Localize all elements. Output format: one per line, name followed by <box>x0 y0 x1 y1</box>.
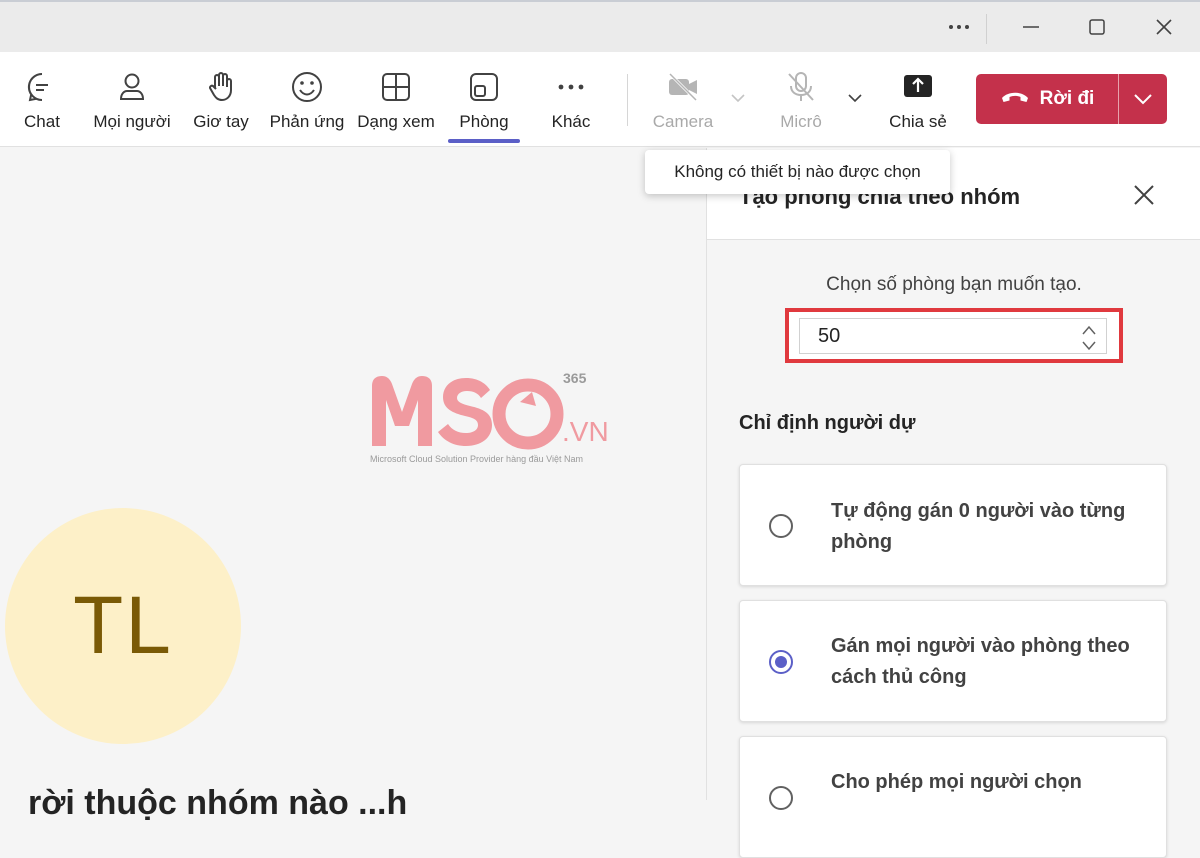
toolbar-react-button[interactable]: Phản ứng <box>268 52 346 147</box>
toolbar-view-label: Dạng xem <box>357 112 435 131</box>
increment-chevron-icon[interactable] <box>1082 323 1096 335</box>
title-bar-divider <box>986 14 987 44</box>
toolbar-people-label: Mọi người <box>93 112 171 131</box>
toolbar-camera-button[interactable]: Camera <box>650 52 716 147</box>
toolbar-view-button[interactable]: Dạng xem <box>354 52 438 147</box>
radio-manual-assign[interactable] <box>769 650 793 674</box>
participant-avatar[interactable]: TL <box>5 508 241 744</box>
people-icon <box>115 70 149 104</box>
smiley-icon <box>290 70 324 104</box>
leave-options-chevron-icon[interactable] <box>1119 74 1167 124</box>
breakout-rooms-panel: Tạo phòng chia theo nhóm Chọn số phòng b… <box>706 148 1200 858</box>
hang-up-icon <box>1000 88 1030 110</box>
toolbar-mic-button[interactable]: Micrô <box>770 52 832 147</box>
toolbar-more-label: Khác <box>551 112 591 131</box>
maximize-icon[interactable] <box>1084 14 1110 40</box>
toolbar-share-label: Chia sẻ <box>889 112 947 131</box>
toolbar-divider <box>627 74 628 126</box>
room-count-value: 50 <box>818 325 841 347</box>
active-tab-indicator <box>448 139 520 143</box>
toolbar-raise-hand-button[interactable]: Giơ tay <box>190 52 252 147</box>
leave-meeting-button[interactable]: Rời đi <box>976 74 1167 124</box>
more-options-icon[interactable] <box>946 14 972 40</box>
minimize-icon[interactable] <box>1018 14 1044 40</box>
avatar-initials: TL <box>73 580 173 671</box>
toolbar-react-label: Phản ứng <box>269 112 345 131</box>
camera-options-chevron-icon[interactable] <box>730 90 746 106</box>
mic-off-icon <box>784 70 818 104</box>
watermark-365: 365 <box>563 370 587 386</box>
toolbar-rooms-button[interactable]: Phòng <box>448 52 520 147</box>
toolbar-people-button[interactable]: Mọi người <box>90 52 174 147</box>
room-count-input[interactable]: 50 <box>799 318 1107 354</box>
more-icon <box>554 70 588 104</box>
decrement-chevron-icon[interactable] <box>1082 339 1096 351</box>
radio-let-choose[interactable] <box>769 786 793 810</box>
toolbar-share-button[interactable]: Chia sẻ <box>886 52 950 147</box>
share-icon <box>901 70 935 104</box>
option-let-choose[interactable]: Cho phép mọi người chọn <box>739 736 1167 858</box>
room-count-label: Chọn số phòng bạn muốn tạo. <box>826 274 1082 295</box>
rooms-icon <box>467 70 501 104</box>
option-manual-assign-label: Gán mọi người vào phòng theo cách thủ cô… <box>831 635 1130 688</box>
option-manual-assign[interactable]: Gán mọi người vào phòng theo cách thủ cô… <box>739 600 1167 722</box>
toolbar-chat-label: Chat <box>24 112 60 131</box>
toolbar-camera-label: Camera <box>652 112 714 131</box>
leave-main-area[interactable]: Rời đi <box>976 74 1118 124</box>
watermark-logo: 365 .VN Microsoft Cloud Solution Provide… <box>370 368 620 473</box>
toolbar-rooms-label: Phòng <box>459 112 509 131</box>
participant-caption: rời thuộc nhóm nào ...h <box>28 784 408 822</box>
window-title-bar <box>0 0 1200 52</box>
option-let-choose-label: Cho phép mọi người chọn <box>831 771 1082 793</box>
option-auto-assign-label: Tự động gán 0 người vào từng phòng <box>831 500 1126 553</box>
watermark-domain: .VN <box>562 416 609 447</box>
toolbar-mic-label: Micrô <box>780 112 822 131</box>
toolbar-chat-button[interactable]: Chat <box>14 52 70 147</box>
option-auto-assign[interactable]: Tự động gán 0 người vào từng phòng <box>739 464 1167 586</box>
raise-hand-icon <box>204 70 238 104</box>
watermark-tagline: Microsoft Cloud Solution Provider hàng đ… <box>370 454 583 464</box>
close-icon[interactable] <box>1132 183 1156 207</box>
radio-auto-assign[interactable] <box>769 514 793 538</box>
chat-icon <box>25 70 59 104</box>
grid-view-icon <box>379 70 413 104</box>
camera-off-icon <box>666 70 700 104</box>
mic-options-chevron-icon[interactable] <box>847 90 863 106</box>
toolbar-raise-hand-label: Giơ tay <box>193 112 249 131</box>
room-count-highlight: 50 <box>785 308 1123 363</box>
leave-label: Rời đi <box>1039 88 1095 109</box>
assign-participants-label: Chỉ định người dự <box>739 412 916 434</box>
no-device-tooltip: Không có thiết bị nào được chọn <box>645 150 950 194</box>
toolbar-more-button[interactable]: Khác <box>540 52 602 147</box>
close-window-icon[interactable] <box>1151 14 1177 40</box>
